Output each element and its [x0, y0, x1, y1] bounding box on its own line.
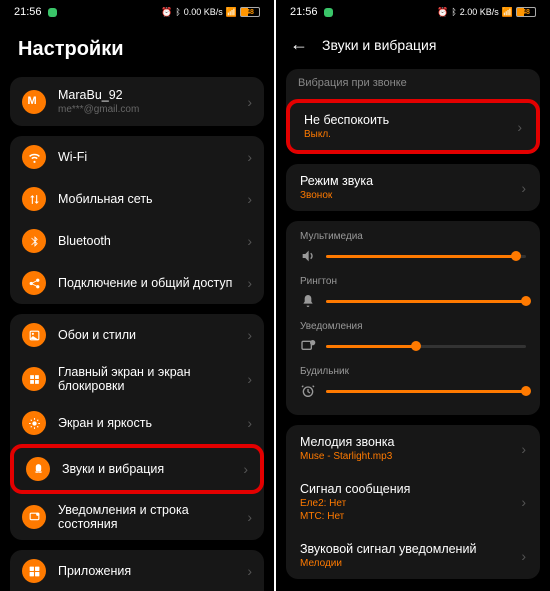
notifications-icon — [22, 505, 46, 529]
page-title: Звуки и вибрация — [322, 37, 436, 53]
battery-icon: 48 — [240, 7, 260, 17]
apps-icon — [22, 559, 46, 583]
slider-track[interactable] — [326, 390, 526, 393]
account-row[interactable]: M MaraBu_92 me***@gmail.com › — [10, 77, 264, 126]
chevron-right-icon: › — [247, 94, 252, 110]
chevron-right-icon: › — [247, 563, 252, 579]
slider-track[interactable] — [326, 345, 526, 348]
wifi-icon — [22, 145, 46, 169]
avatar: M — [22, 90, 46, 114]
ringtone-card: Мелодия звонка Muse - Starlight.mp3 › Си… — [286, 425, 540, 579]
row-message[interactable]: Сигнал сообщения Еле2: Нет МТС: Нет › — [286, 472, 540, 532]
account-name: MaraBu_92 — [58, 88, 247, 102]
chevron-right-icon: › — [247, 191, 252, 207]
chevron-right-icon: › — [247, 233, 252, 249]
brightness-icon — [22, 411, 46, 435]
page-title: Настройки — [0, 24, 274, 77]
row-apps[interactable]: Приложения › — [10, 550, 264, 591]
network-card: Wi-Fi › Мобильная сеть › Bluetooth › Под… — [10, 136, 264, 304]
alarm-icon: ⏰ — [437, 7, 448, 18]
account-card: M MaraBu_92 me***@gmail.com › — [10, 77, 264, 126]
wallpaper-icon — [22, 323, 46, 347]
alarm-icon: ⏰ — [161, 7, 172, 18]
chevron-right-icon: › — [521, 494, 526, 510]
slider-alarm: Будильник — [300, 366, 526, 399]
homescreen-icon — [22, 367, 46, 391]
row-notifications[interactable]: Уведомления и строка состояния › — [10, 494, 264, 540]
sound-mode-card: Режим звука Звонок › — [286, 164, 540, 211]
signal-icon: 📶 — [226, 7, 237, 18]
status-time: 21:56 — [290, 6, 318, 18]
row-wallpaper[interactable]: Обои и стили › — [10, 314, 264, 356]
bluetooth-icon — [22, 229, 46, 253]
chevron-right-icon: › — [247, 509, 252, 525]
row-bluetooth[interactable]: Bluetooth › — [10, 220, 264, 262]
chevron-right-icon: › — [247, 371, 252, 387]
mobile-data-icon — [22, 187, 46, 211]
chevron-right-icon: › — [247, 327, 252, 343]
chevron-right-icon: › — [243, 461, 248, 477]
phone-settings: 21:56 ⏰ ᛒ 0.00 KB/s 📶 48 Настройки M Mar… — [0, 0, 274, 591]
row-dnd[interactable]: Не беспокоить Выкл. › — [286, 99, 540, 154]
alarm-vol-icon — [300, 383, 316, 399]
status-indicator-icon — [48, 8, 57, 17]
row-wifi[interactable]: Wi-Fi › — [10, 136, 264, 178]
row-notif-sound[interactable]: Звуковой сигнал уведомлений Мелодии › — [286, 532, 540, 579]
connection-icon — [22, 271, 46, 295]
row-connection[interactable]: Подключение и общий доступ › — [10, 262, 264, 304]
slider-track[interactable] — [326, 300, 526, 303]
back-arrow-icon[interactable]: ← — [290, 34, 308, 55]
slider-media: Мультимедиа — [300, 231, 526, 264]
header: ← Звуки и вибрация — [276, 24, 550, 69]
chevron-right-icon: › — [247, 149, 252, 165]
vibration-card: Вибрация при звонке Не беспокоить Выкл. … — [286, 69, 540, 154]
chevron-right-icon: › — [247, 415, 252, 431]
row-mobile[interactable]: Мобильная сеть › — [10, 178, 264, 220]
notif-vol-icon — [300, 338, 316, 354]
bell-icon — [300, 293, 316, 309]
display-card: Обои и стили › Главный экран и экран бло… — [10, 314, 264, 540]
volume-card: Мультимедиа Рингтон Уведомления — [286, 221, 540, 415]
phone-sounds: 21:56 ⏰ ᛒ 2.00 KB/s 📶 48 ← Звуки и вибра… — [276, 0, 550, 591]
bluetooth-icon: ᛒ — [451, 7, 456, 17]
row-homescreen[interactable]: Главный экран и экран блокировки › — [10, 356, 264, 402]
battery-icon: 48 — [516, 7, 536, 17]
speaker-icon — [300, 248, 316, 264]
status-time: 21:56 — [14, 6, 42, 18]
status-bar: 21:56 ⏰ ᛒ 2.00 KB/s 📶 48 — [276, 0, 550, 24]
account-email: me***@gmail.com — [58, 104, 247, 115]
row-ringtone[interactable]: Мелодия звонка Muse - Starlight.mp3 › — [286, 425, 540, 472]
slider-notif: Уведомления — [300, 321, 526, 354]
chevron-right-icon: › — [521, 180, 526, 196]
bluetooth-icon: ᛒ — [175, 7, 180, 17]
status-bar: 21:56 ⏰ ᛒ 0.00 KB/s 📶 48 — [0, 0, 274, 24]
apps-card: Приложения › Пароль и безопасность › — [10, 550, 264, 591]
row-brightness[interactable]: Экран и яркость › — [10, 402, 264, 444]
chevron-right-icon: › — [521, 548, 526, 564]
data-speed: 2.00 KB/s — [460, 7, 499, 17]
slider-track[interactable] — [326, 255, 526, 258]
slider-ringtone: Рингтон — [300, 276, 526, 309]
chevron-right-icon: › — [517, 119, 522, 135]
row-sounds[interactable]: Звуки и вибрация › — [10, 444, 264, 494]
data-speed: 0.00 KB/s — [184, 7, 223, 17]
vibration-label: Вибрация при звонке — [286, 69, 540, 99]
status-indicator-icon — [324, 8, 333, 17]
row-sound-mode[interactable]: Режим звука Звонок › — [286, 164, 540, 211]
sound-icon — [26, 457, 50, 481]
signal-icon: 📶 — [502, 7, 513, 18]
chevron-right-icon: › — [521, 441, 526, 457]
chevron-right-icon: › — [247, 275, 252, 291]
